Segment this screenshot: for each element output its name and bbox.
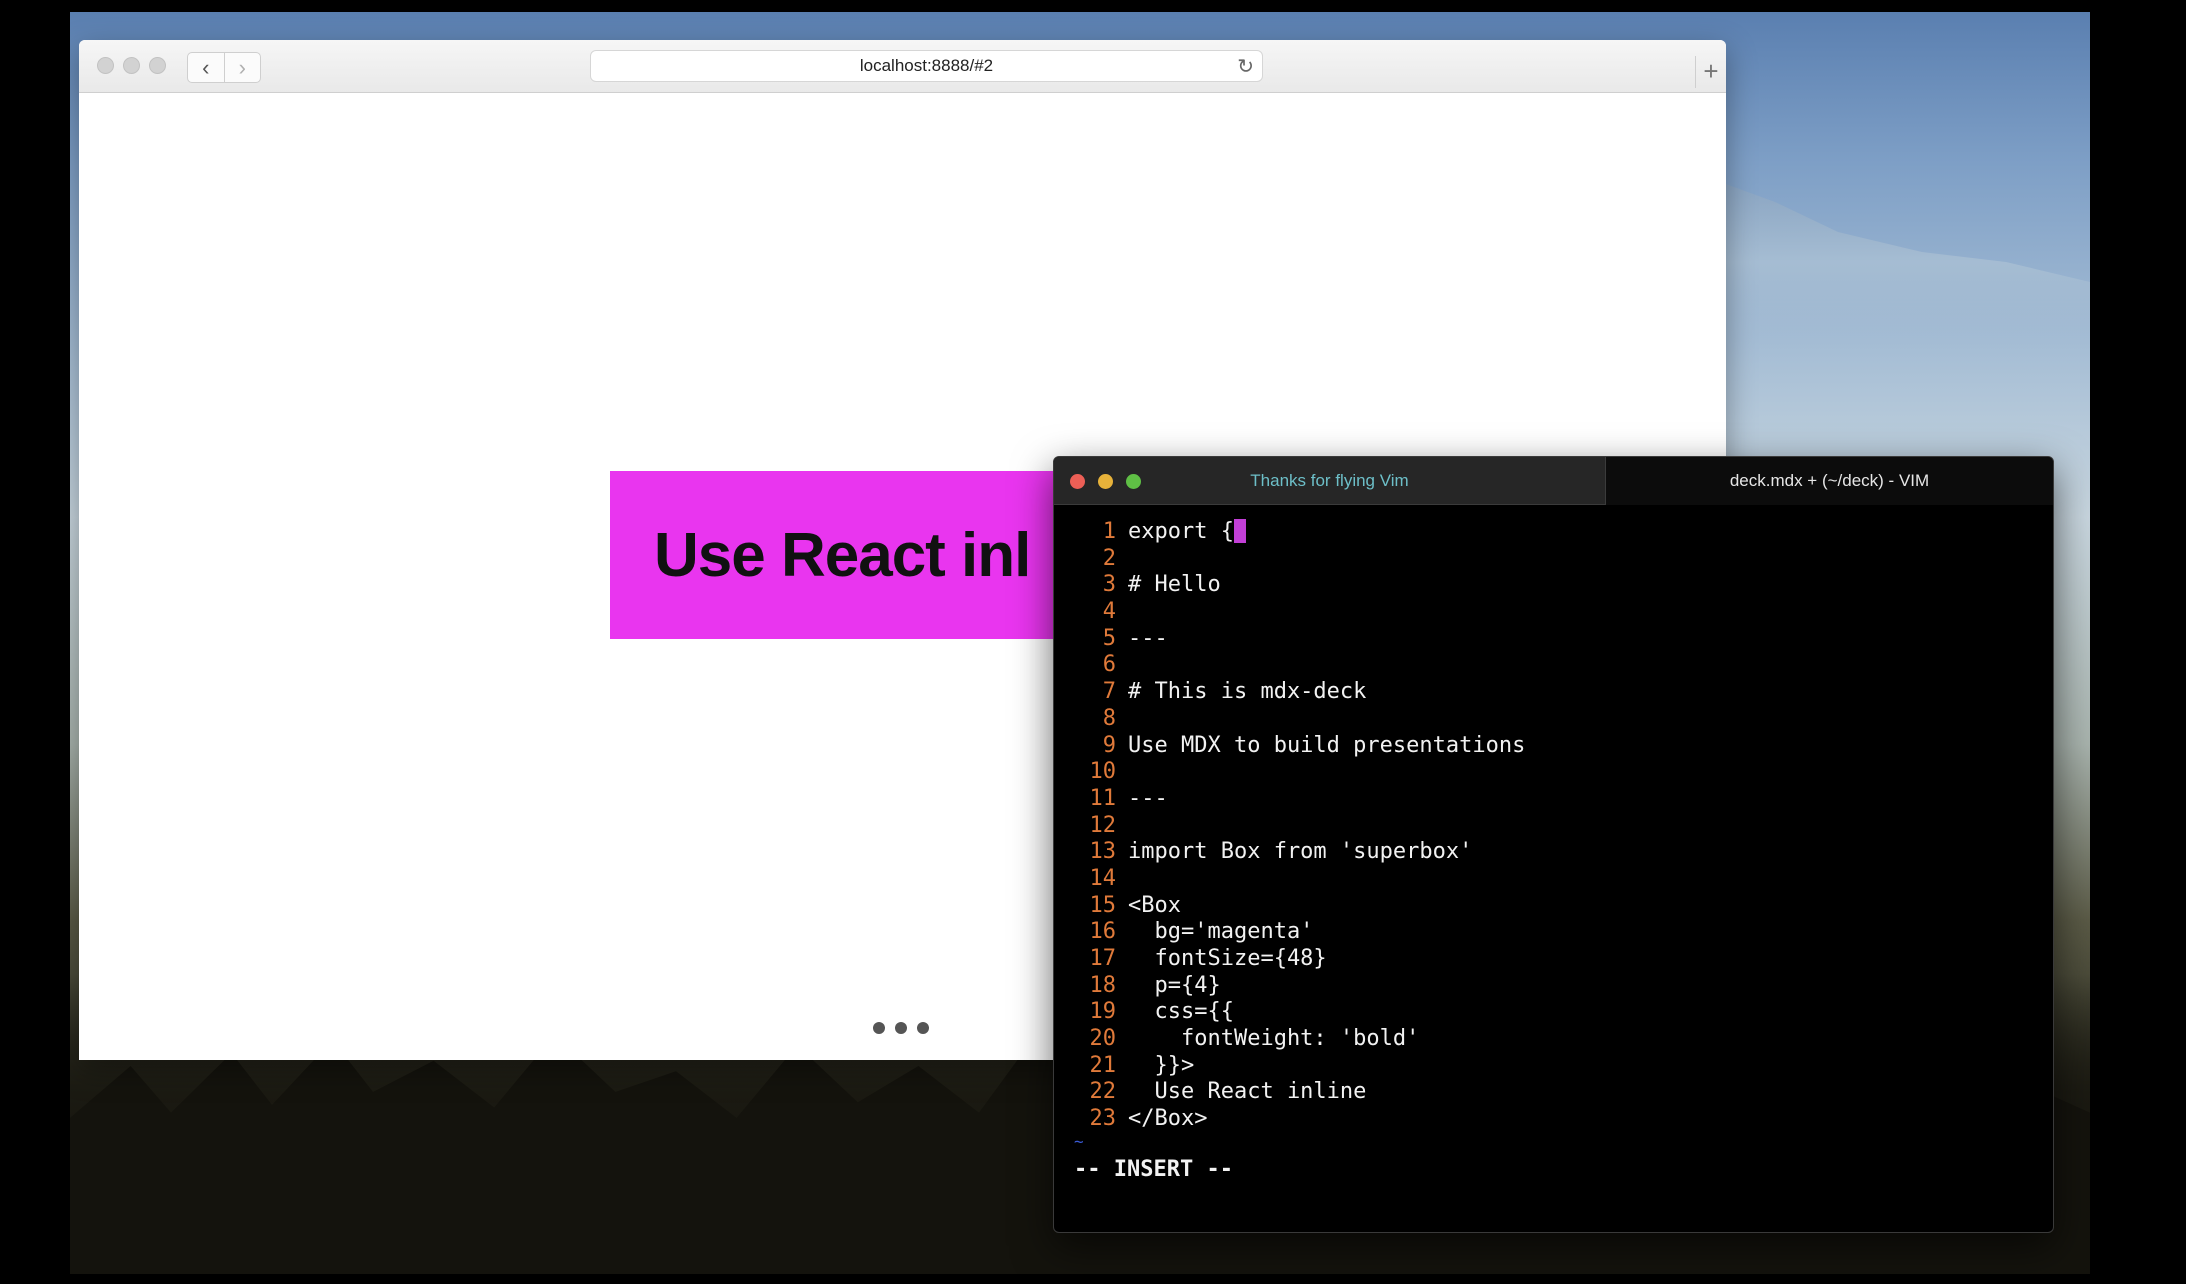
- code-line: 18 p={4}: [1054, 973, 2053, 1000]
- line-text: export {: [1128, 519, 1234, 544]
- line-number: 5: [1102, 625, 1116, 651]
- url-text: localhost:8888/#2: [859, 56, 994, 75]
- line-text: fontSize={48}: [1128, 946, 1327, 971]
- text-cursor: [1233, 519, 1246, 543]
- slide-menu-dots[interactable]: [873, 1022, 929, 1034]
- line-text: p={4}: [1128, 972, 1221, 998]
- code-line: 2: [1054, 546, 2053, 573]
- line-number: 19: [1089, 999, 1117, 1025]
- line-number: 7: [1102, 679, 1116, 705]
- code-line: 12: [1054, 813, 2053, 840]
- code-line: 21 }}>: [1054, 1053, 2053, 1080]
- zoom-terminal-button[interactable]: [1126, 474, 1141, 489]
- line-number: 13: [1089, 839, 1117, 865]
- browser-toolbar: ‹ › localhost:8888/#2 ↻ +: [79, 40, 1726, 93]
- line-number: 14: [1089, 865, 1117, 891]
- wallpaper-mountain: [1670, 182, 2090, 342]
- line-number: 17: [1089, 946, 1117, 971]
- code-line: 10: [1054, 759, 2053, 786]
- line-number: 3: [1102, 572, 1116, 598]
- dot-icon: [917, 1022, 929, 1034]
- code-line: 9 Use MDX to build presentations: [1054, 733, 2053, 760]
- terminal-tab-bar: Thanks for flying Vim deck.mdx + (~/deck…: [1054, 457, 2053, 505]
- code-line: 13 import Box from 'superbox': [1054, 839, 2053, 866]
- code-line: 8: [1054, 706, 2053, 733]
- line-text: css={{: [1128, 999, 1234, 1025]
- code-line: 23 </Box>: [1054, 1106, 2053, 1133]
- code-line: 11 ---: [1054, 786, 2053, 813]
- line-text: ---: [1128, 785, 1168, 811]
- line-number: 11: [1089, 785, 1117, 811]
- code-line: 5 ---: [1054, 626, 2053, 653]
- line-number: 10: [1089, 759, 1117, 785]
- minimize-window-button[interactable]: [123, 57, 140, 74]
- reload-icon[interactable]: ↻: [1237, 54, 1254, 79]
- empty-line-marker: ~: [1074, 1132, 1084, 1151]
- line-number: 6: [1102, 652, 1116, 678]
- line-number: 15: [1089, 892, 1117, 918]
- zoom-window-button[interactable]: [149, 57, 166, 74]
- line-number: 9: [1102, 732, 1116, 758]
- forward-icon[interactable]: ›: [223, 53, 261, 82]
- line-text: }}>: [1128, 1052, 1195, 1078]
- line-text: bg='magenta': [1128, 919, 1314, 945]
- line-number: 2: [1102, 545, 1116, 571]
- navigation-buttons: ‹ ›: [187, 52, 261, 83]
- line-number: 21: [1089, 1052, 1117, 1078]
- new-tab-button[interactable]: +: [1695, 56, 1726, 88]
- close-terminal-button[interactable]: [1070, 474, 1085, 489]
- tab-label: Thanks for flying Vim: [1250, 470, 1409, 490]
- code-line: 15 <Box: [1054, 893, 2053, 920]
- vim-editor-buffer[interactable]: 1 export { 2 3 # Hello 4 5 --- 6 7 # This is mdx-d…: [1054, 519, 2053, 1133]
- tab-deck-mdx[interactable]: deck.mdx + (~/deck) - VIM: [1606, 457, 2053, 505]
- code-line: 16 bg='magenta': [1054, 919, 2053, 946]
- line-number: 8: [1102, 705, 1116, 731]
- code-line: 14: [1054, 866, 2053, 893]
- address-bar[interactable]: localhost:8888/#2 ↻: [590, 50, 1263, 82]
- line-text: Use MDX to build presentations: [1128, 732, 1526, 758]
- minimize-terminal-button[interactable]: [1098, 474, 1113, 489]
- vim-mode-indicator: -- INSERT --: [1074, 1157, 1233, 1182]
- code-line: 4: [1054, 599, 2053, 626]
- line-text: <Box: [1128, 892, 1181, 918]
- line-number: 12: [1089, 812, 1117, 838]
- line-number: 16: [1089, 919, 1117, 945]
- code-line: 22 Use React inline: [1054, 1079, 2053, 1106]
- code-line: 17 fontSize={48}: [1054, 946, 2053, 973]
- dot-icon: [873, 1022, 885, 1034]
- line-text: Use React inline: [1128, 1079, 1367, 1105]
- line-text: # Hello: [1128, 572, 1221, 598]
- line-text: fontWeight: 'bold': [1128, 1026, 1420, 1052]
- back-icon[interactable]: ‹: [188, 53, 224, 82]
- code-line: 3 # Hello: [1054, 572, 2053, 599]
- line-text: ---: [1128, 625, 1168, 651]
- code-line: 7 # This is mdx-deck: [1054, 679, 2053, 706]
- slide-heading-box: Use React inl: [610, 471, 1130, 639]
- line-number: 4: [1102, 599, 1116, 625]
- line-number: 1: [1102, 519, 1116, 544]
- slide-text: Use React inl: [654, 520, 1031, 590]
- terminal-window: Thanks for flying Vim deck.mdx + (~/deck…: [1053, 456, 2054, 1233]
- line-number: 23: [1089, 1106, 1117, 1132]
- code-line: 20 fontWeight: 'bold': [1054, 1026, 2053, 1053]
- line-text: # This is mdx-deck: [1128, 679, 1367, 705]
- line-number: 20: [1089, 1026, 1117, 1052]
- close-window-button[interactable]: [97, 57, 114, 74]
- line-text: </Box>: [1128, 1106, 1208, 1132]
- line-number: 22: [1089, 1079, 1117, 1105]
- code-line: 19 css={{: [1054, 999, 2053, 1026]
- code-line: 6: [1054, 652, 2053, 679]
- tab-label: deck.mdx + (~/deck) - VIM: [1729, 471, 1930, 490]
- dot-icon: [895, 1022, 907, 1034]
- line-number: 18: [1089, 972, 1117, 998]
- code-line: 1 export {: [1054, 519, 2053, 546]
- line-text: import Box from 'superbox': [1128, 839, 1473, 865]
